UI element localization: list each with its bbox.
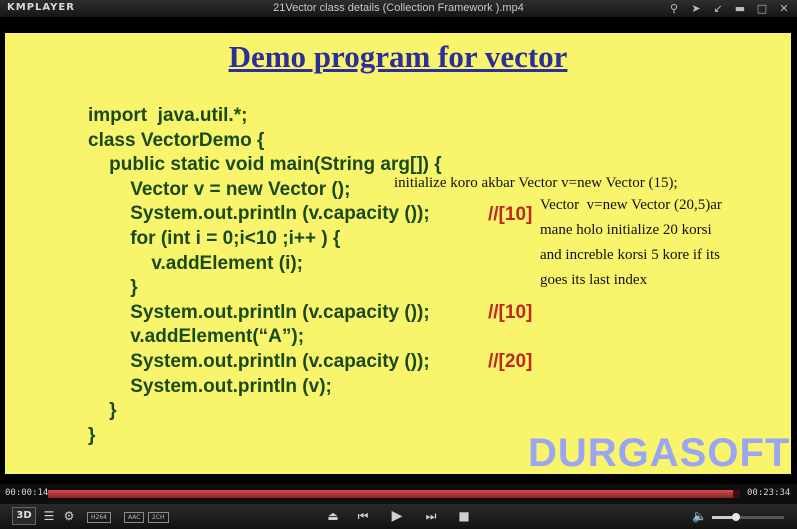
next-icon[interactable]: ⏭ [424,508,438,524]
code-line: System.out.println (v.capacity ()); [88,350,430,372]
control-bar: 3D ☰ ⚙ H264 AAC 2CH ⏏ ⏮ ▶ ⏭ ■ 🔈 [0,504,797,529]
code-line: System.out.println (v); [88,375,332,397]
channels-badge: 2CH [148,512,169,523]
capacity-comment: //[20] [488,351,533,372]
code-block: import java.util.*; class VectorDemo { p… [88,104,442,448]
code-line: System.out.println (v.capacity ()); [88,301,430,323]
total-time: 00:23:34 [747,488,791,498]
annotation-note: initialize koro akbar Vector v=new Vecto… [394,175,678,191]
slide-title: Demo program for vector [228,39,568,74]
code-line: public static void main(String arg[]) { [88,154,442,176]
current-time: 00:00:14 [5,488,49,498]
seek-bar[interactable] [48,490,740,498]
seek-bar-fill [48,490,734,498]
annotation-note: mane holo initialize 20 korsi [540,222,712,238]
volume-slider[interactable] [712,516,784,519]
search-icon[interactable]: ⚲ [665,1,683,16]
annotation-note: and increble korsi 5 kore if its [540,247,720,263]
pin-icon[interactable]: ➤ [687,1,705,16]
annotation-note: goes its last index [540,272,648,288]
watermark: DURGASOFT [528,431,791,474]
settings-icon[interactable]: ⚙ [62,508,76,524]
code-line: import java.util.*; [88,105,248,126]
volume-knob[interactable] [732,513,740,521]
title-bar: KMPLAYER 21Vector class details (Collect… [0,0,797,17]
stop-icon[interactable]: ■ [457,508,471,524]
compact-mode-icon[interactable]: ↙ [709,1,727,16]
eject-icon[interactable]: ⏏ [326,508,340,524]
audio-codec-badge: AAC [124,512,145,523]
capacity-comment: //[10] [488,302,533,323]
play-icon[interactable]: ▶ [390,508,404,524]
video-frame[interactable]: Demo program for vector import java.util… [5,33,791,474]
seek-bar-row: 00:00:14 00:23:34 [0,484,797,504]
code-line: v.addElement (i); [88,252,304,274]
annotation-note: Vector v=new Vector (20,5)ar [540,197,722,213]
code-line: } [88,424,96,446]
window-controls: ⚲ ➤ ↙ ▬ □ ✕ [665,1,793,16]
previous-icon[interactable]: ⏮ [356,508,370,524]
video-codec-badge: H264 [87,512,111,523]
playlist-icon[interactable]: ☰ [42,508,56,524]
code-line: } [88,400,117,422]
code-line: Vector v = new Vector (); [88,178,351,200]
code-line: class VectorDemo { [88,129,265,151]
capacity-comment: //[10] [488,204,533,225]
volume-fill [712,516,734,519]
close-icon[interactable]: ✕ [775,1,793,16]
volume-icon[interactable]: 🔈 [692,508,707,524]
minimize-icon[interactable]: ▬ [731,1,749,16]
3d-button[interactable]: 3D [12,507,36,525]
code-line: } [88,277,138,299]
code-line: v.addElement(“A”); [88,326,305,348]
code-line: for (int i = 0;i<10 ;i++ ) { [88,227,341,249]
maximize-icon[interactable]: □ [753,1,771,16]
code-line: System.out.println (v.capacity ()); [88,203,430,225]
